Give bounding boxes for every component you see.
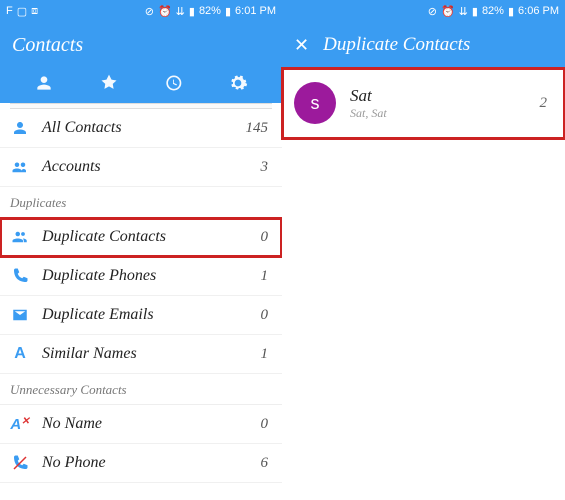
tab-badge-icon[interactable] — [99, 73, 119, 93]
list-item-label: All Contacts — [42, 119, 234, 137]
battery-icon: ▮ — [508, 5, 514, 18]
dropbox-icon: ⧈ — [31, 5, 38, 18]
list-item-label: Accounts — [42, 158, 249, 176]
letter-a-icon: A — [10, 345, 30, 363]
list-item-count: 0 — [261, 307, 273, 324]
no-phone-icon — [10, 454, 30, 472]
tab-bar — [12, 67, 270, 103]
status-bar-left: F ▢ ⧈ ⊘ ⏰ ⇊ ▮ 82% ▮ 6:01 PM — [0, 0, 282, 22]
no-name-icon: A✕ — [10, 416, 30, 433]
alarm-icon: ⏰ — [158, 5, 172, 18]
section-unnecessary: Unnecessary Contacts — [0, 374, 282, 405]
signal-icon: ▮ — [472, 5, 478, 18]
alarm-icon: ⏰ — [441, 5, 455, 18]
flipboard-icon: F — [6, 5, 13, 17]
list-item-count: 6 — [261, 455, 273, 472]
tab-settings-icon[interactable] — [228, 73, 248, 93]
item-duplicate-emails[interactable]: Duplicate Emails 0 — [0, 296, 282, 335]
square-icon: ▢ — [17, 5, 27, 18]
mute-icon: ⊘ — [428, 5, 437, 18]
accounts-icon — [10, 158, 30, 176]
wifi-icon: ⇊ — [459, 5, 468, 18]
battery-pct: 82% — [199, 5, 221, 17]
email-icon — [10, 306, 30, 324]
contact-subtitle: Sat, Sat — [350, 106, 526, 121]
item-duplicate-phones[interactable]: Duplicate Phones 1 — [0, 257, 282, 296]
duplicate-count: 2 — [540, 95, 554, 112]
list-item-count: 0 — [261, 416, 273, 433]
list-item-label: Duplicate Phones — [42, 267, 249, 285]
clock: 6:06 PM — [518, 5, 559, 17]
list-item-label: Duplicate Emails — [42, 306, 249, 324]
mute-icon: ⊘ — [145, 5, 154, 18]
item-accounts[interactable]: Accounts 3 — [0, 148, 282, 187]
list-item-label: No Name — [42, 415, 249, 433]
avatar: s — [294, 82, 336, 124]
list-item-label: Similar Names — [42, 345, 249, 363]
contacts-screen: F ▢ ⧈ ⊘ ⏰ ⇊ ▮ 82% ▮ 6:01 PM Contacts — [0, 0, 282, 500]
person-icon — [10, 119, 30, 137]
item-no-name[interactable]: A✕ No Name 0 — [0, 405, 282, 444]
duplicate-contact-row[interactable]: s Sat Sat, Sat 2 — [282, 68, 565, 139]
close-icon[interactable]: ✕ — [294, 35, 309, 56]
phone-icon — [10, 267, 30, 285]
tab-contacts-icon[interactable] — [34, 73, 54, 93]
list-item-count: 1 — [261, 268, 273, 285]
status-bar-right: ⊘ ⏰ ⇊ ▮ 82% ▮ 6:06 PM — [282, 0, 565, 22]
group-icon — [10, 228, 30, 246]
detail-title: Duplicate Contacts — [323, 34, 470, 56]
list-item-label: Duplicate Contacts — [42, 228, 249, 246]
list-item-count: 0 — [261, 229, 273, 246]
item-no-phone[interactable]: No Phone 6 — [0, 444, 282, 483]
item-all-contacts[interactable]: All Contacts 145 — [0, 109, 282, 148]
app-header: Contacts — [0, 22, 282, 103]
detail-header: ✕ Duplicate Contacts — [282, 22, 565, 68]
list-item-count: 145 — [246, 120, 273, 137]
section-duplicates: Duplicates — [0, 187, 282, 218]
battery-pct: 82% — [482, 5, 504, 17]
clock: 6:01 PM — [235, 5, 276, 17]
list-item-count: 3 — [261, 159, 273, 176]
list-item-label: No Phone — [42, 454, 249, 472]
wifi-icon: ⇊ — [176, 5, 185, 18]
tab-history-icon[interactable] — [163, 73, 183, 93]
signal-icon: ▮ — [189, 5, 195, 18]
contact-info: Sat Sat, Sat — [350, 86, 526, 121]
battery-icon: ▮ — [225, 5, 231, 18]
main-list: All Contacts 145 Accounts 3 Duplicates D… — [0, 109, 282, 483]
page-title: Contacts — [12, 30, 270, 67]
item-duplicate-contacts[interactable]: Duplicate Contacts 0 — [0, 218, 282, 257]
item-similar-names[interactable]: A Similar Names 1 — [0, 335, 282, 374]
contact-name: Sat — [350, 86, 526, 106]
duplicate-contacts-screen: ⊘ ⏰ ⇊ ▮ 82% ▮ 6:06 PM ✕ Duplicate Contac… — [282, 0, 565, 500]
list-item-count: 1 — [261, 346, 273, 363]
